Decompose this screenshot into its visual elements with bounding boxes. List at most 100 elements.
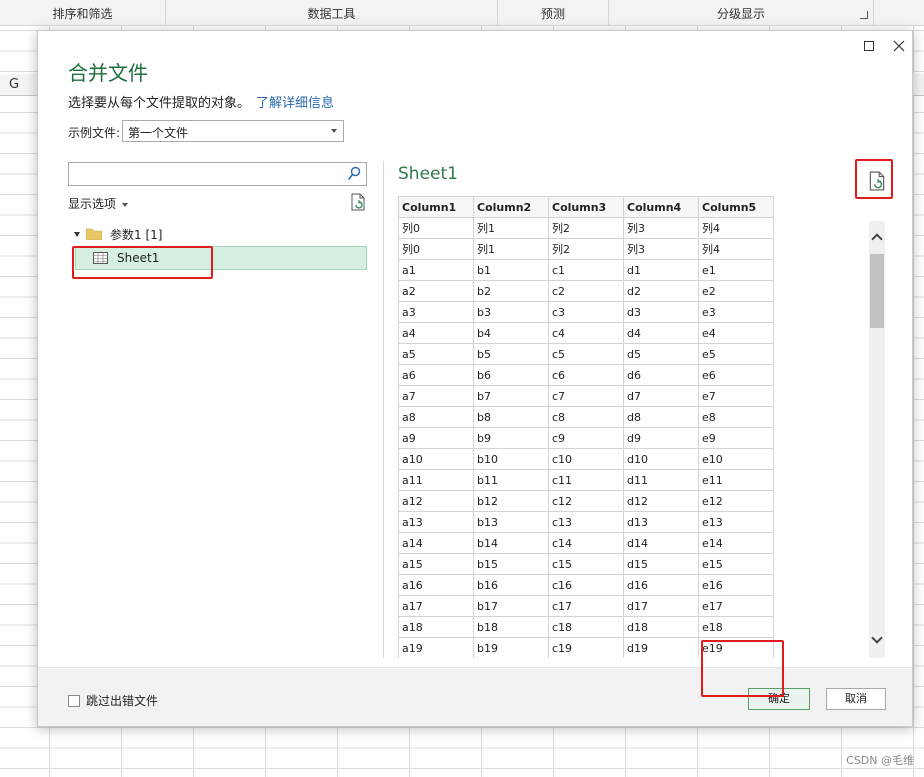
table-cell: c6 bbox=[548, 364, 624, 386]
table-cell: a10 bbox=[398, 448, 474, 470]
table-row: a1 b1 c1 d1 e1 bbox=[398, 259, 774, 281]
watermark: CSDN @毛维 bbox=[846, 754, 914, 767]
close-icon bbox=[893, 40, 905, 52]
table-cell: e16 bbox=[698, 574, 774, 596]
table-cell: b3 bbox=[473, 301, 549, 323]
refresh-icon[interactable] bbox=[350, 193, 366, 211]
ribbon-group-data-tools[interactable]: 数据工具 bbox=[166, 0, 498, 26]
table-cell: e12 bbox=[698, 490, 774, 512]
table-cell: b18 bbox=[473, 616, 549, 638]
ok-button[interactable]: 确定 bbox=[748, 688, 810, 710]
tree-node-sheet1[interactable]: Sheet1 bbox=[75, 246, 367, 270]
preview-table: Column1 Column2 Column3 Column4 Column5 列0 列1… bbox=[398, 196, 774, 658]
skip-errors-checkbox[interactable]: 跳过出错文件 bbox=[68, 692, 158, 709]
table-cell: b8 bbox=[473, 406, 549, 428]
refresh-preview-icon[interactable] bbox=[868, 171, 886, 191]
table-cell: 列3 bbox=[623, 217, 699, 239]
table-row: a6 b6 c6 d6 e6 bbox=[398, 364, 774, 386]
table-row: a4 b4 c4 d4 e4 bbox=[398, 322, 774, 344]
table-cell: e5 bbox=[698, 343, 774, 365]
ribbon-group-outline[interactable]: 分级显示 bbox=[609, 0, 874, 26]
table-row: a3 b3 c3 d3 e3 bbox=[398, 301, 774, 323]
table-cell: c2 bbox=[548, 280, 624, 302]
column-header-cell[interactable]: Column5 bbox=[698, 196, 774, 218]
table-cell: d3 bbox=[623, 301, 699, 323]
tree-node-parameter-label: 参数1 [1] bbox=[110, 227, 163, 242]
scroll-up-icon[interactable] bbox=[871, 233, 883, 245]
dialog-footer: 跳过出错文件 确定 取消 bbox=[38, 667, 912, 726]
table-cell: a5 bbox=[398, 343, 474, 365]
table-cell: a2 bbox=[398, 280, 474, 302]
table-cell: e1 bbox=[698, 259, 774, 281]
table-cell: d16 bbox=[623, 574, 699, 596]
table-cell: 列4 bbox=[698, 238, 774, 260]
close-button[interactable] bbox=[886, 35, 912, 57]
dialog-subtitle: 选择要从每个文件提取的对象。 了解详细信息 bbox=[68, 92, 334, 111]
table-row: a17 b17 c17 d17 e17 bbox=[398, 595, 774, 617]
table-cell: a15 bbox=[398, 553, 474, 575]
dialog-title: 合并文件 bbox=[68, 61, 148, 85]
sample-file-label: 示例文件: bbox=[68, 126, 121, 140]
tree-node-parameter[interactable]: 参数1 [1] bbox=[74, 225, 162, 243]
table-cell: a16 bbox=[398, 574, 474, 596]
table-cell: 列2 bbox=[548, 238, 624, 260]
sample-file-select[interactable]: 第一个文件 bbox=[122, 120, 344, 142]
table-cell: b6 bbox=[473, 364, 549, 386]
table-cell: d4 bbox=[623, 322, 699, 344]
table-cell: d7 bbox=[623, 385, 699, 407]
table-cell: e8 bbox=[698, 406, 774, 428]
table-cell: b9 bbox=[473, 427, 549, 449]
table-cell: a1 bbox=[398, 259, 474, 281]
table-icon bbox=[93, 252, 108, 264]
expand-arrow-icon[interactable] bbox=[74, 231, 80, 237]
table-cell: e15 bbox=[698, 553, 774, 575]
table-cell: d12 bbox=[623, 490, 699, 512]
table-cell: c4 bbox=[548, 322, 624, 344]
scrollbar-thumb[interactable] bbox=[870, 254, 884, 328]
table-cell: 列0 bbox=[398, 217, 474, 239]
learn-more-link[interactable]: 了解详细信息 bbox=[256, 96, 334, 111]
vertical-scrollbar[interactable] bbox=[869, 221, 885, 658]
maximize-button[interactable] bbox=[856, 35, 882, 57]
column-header-cell[interactable]: Column2 bbox=[473, 196, 549, 218]
table-cell: a18 bbox=[398, 616, 474, 638]
table-row: a2 b2 c2 d2 e2 bbox=[398, 280, 774, 302]
cancel-button[interactable]: 取消 bbox=[826, 688, 886, 710]
table-cell: e17 bbox=[698, 595, 774, 617]
column-header-cell[interactable]: Column1 bbox=[398, 196, 474, 218]
panel-divider bbox=[383, 161, 384, 658]
table-row: a12 b12 c12 d12 e12 bbox=[398, 490, 774, 512]
table-row: a11 b11 c11 d11 e11 bbox=[398, 469, 774, 491]
table-row: a14 b14 c14 d14 e14 bbox=[398, 532, 774, 554]
dialog-launcher-icon[interactable] bbox=[860, 11, 868, 19]
table-cell: c8 bbox=[548, 406, 624, 428]
table-cell: d10 bbox=[623, 448, 699, 470]
display-options-button[interactable]: 显示选项 bbox=[68, 195, 129, 212]
column-header-cell[interactable]: Column3 bbox=[548, 196, 624, 218]
table-cell: e13 bbox=[698, 511, 774, 533]
combine-files-dialog: 合并文件 选择要从每个文件提取的对象。 了解详细信息 示例文件: 第一个文件 显示… bbox=[37, 30, 913, 727]
table-row: 列0 列1 列2 列3 列4 bbox=[398, 217, 774, 239]
table-cell: c16 bbox=[548, 574, 624, 596]
table-cell: a13 bbox=[398, 511, 474, 533]
table-cell: a8 bbox=[398, 406, 474, 428]
table-cell: a7 bbox=[398, 385, 474, 407]
table-cell: d19 bbox=[623, 637, 699, 658]
scroll-down-icon[interactable] bbox=[871, 632, 883, 644]
table-row: a18 b18 c18 d18 e18 bbox=[398, 616, 774, 638]
ribbon-group-sort-filter[interactable]: 排序和筛选 bbox=[0, 0, 166, 26]
table-row: a15 b15 c15 d15 e15 bbox=[398, 553, 774, 575]
table-cell: e2 bbox=[698, 280, 774, 302]
table-cell: e18 bbox=[698, 616, 774, 638]
table-row: a10 b10 c10 d10 e10 bbox=[398, 448, 774, 470]
table-cell: b19 bbox=[473, 637, 549, 658]
table-cell: a9 bbox=[398, 427, 474, 449]
search-input[interactable] bbox=[68, 162, 367, 186]
column-header-cell[interactable]: Column4 bbox=[623, 196, 699, 218]
ribbon-group-forecast[interactable]: 预测 bbox=[498, 0, 609, 26]
preview-header-row: Column1 Column2 Column3 Column4 Column5 bbox=[398, 196, 774, 218]
column-header-g[interactable]: G bbox=[9, 77, 19, 92]
table-cell: b14 bbox=[473, 532, 549, 554]
table-cell: c5 bbox=[548, 343, 624, 365]
checkbox-box[interactable] bbox=[68, 694, 80, 707]
